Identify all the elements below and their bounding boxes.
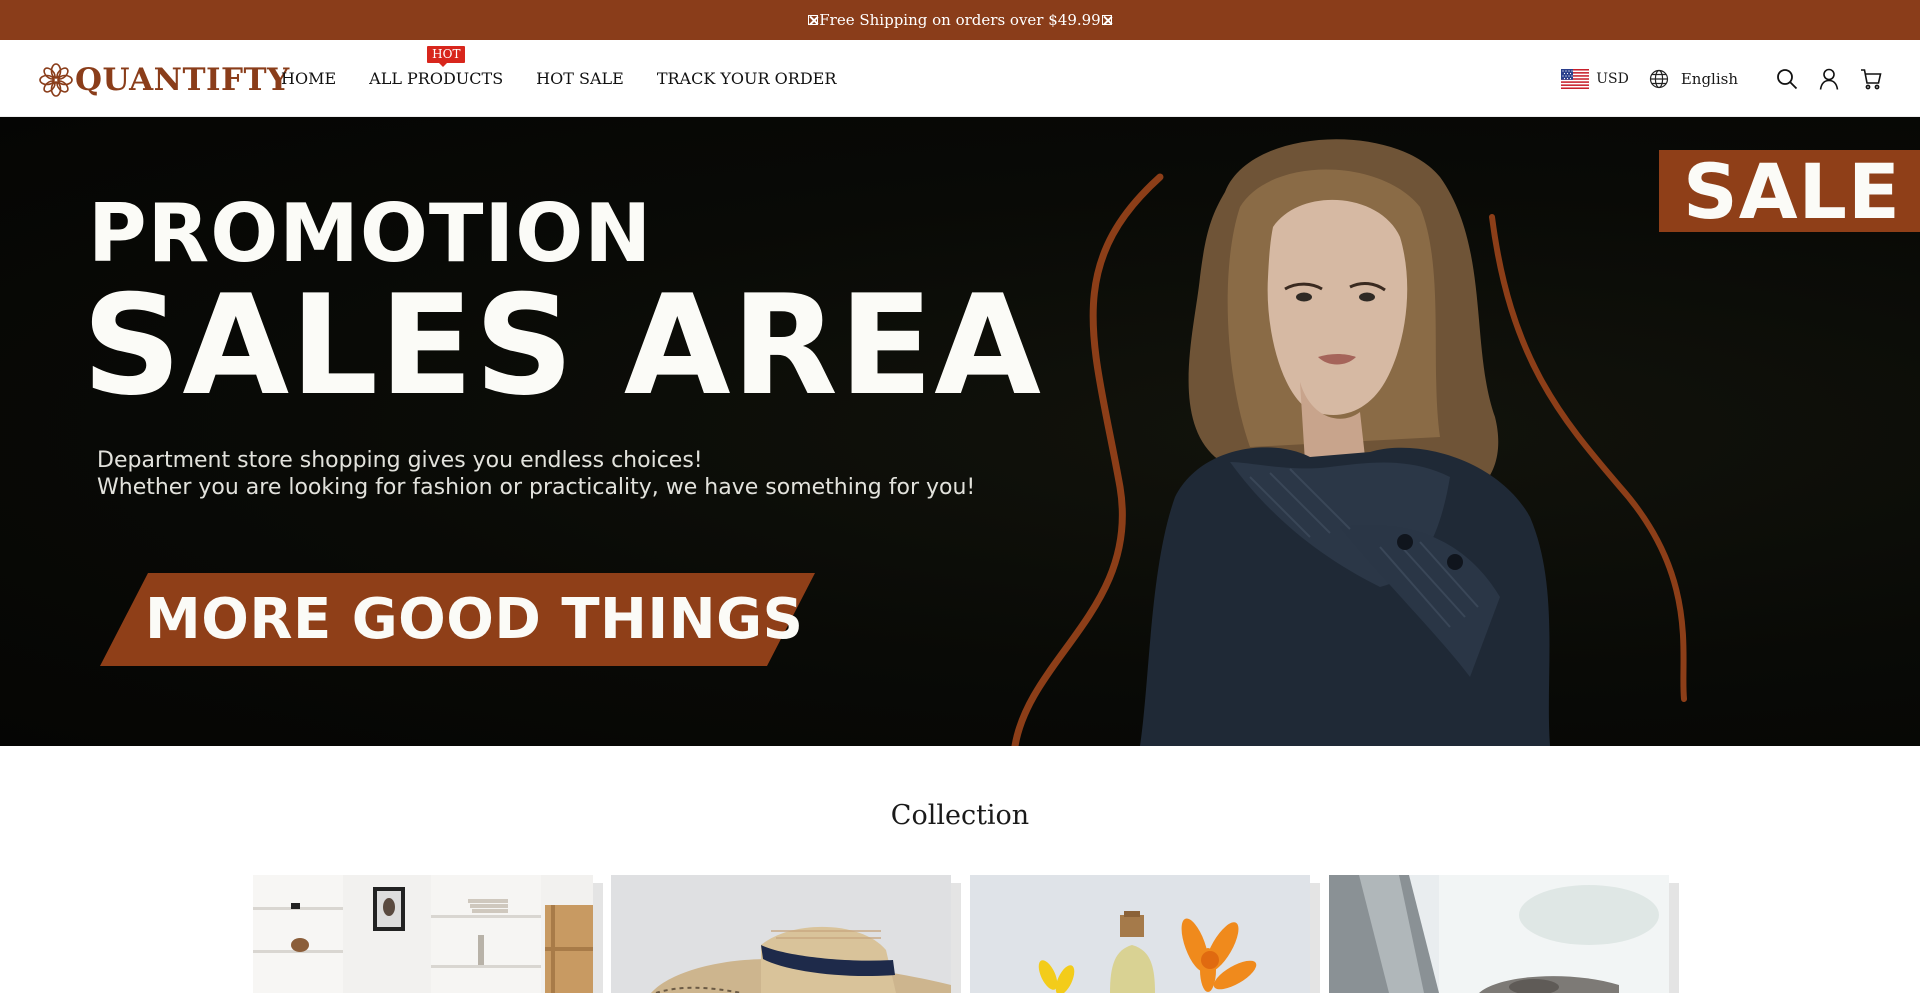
- collection-card[interactable]: [1329, 875, 1679, 993]
- nav-item-label: ALL PRODUCTS: [369, 69, 504, 88]
- cart-icon[interactable]: [1860, 68, 1882, 90]
- hero-cta-text: MORE GOOD THINGS: [145, 587, 804, 652]
- hero-banner[interactable]: PROMOTION SALES AREA Department store sh…: [0, 117, 1920, 746]
- hero-line-sales-area: SALES AREA: [82, 265, 1042, 426]
- card-shadow: [951, 883, 961, 993]
- currency-label: USD: [1596, 70, 1629, 87]
- card-shadow: [1669, 883, 1679, 993]
- main-nav: HOME ALL PRODUCTS HOT HOT SALE TRACK YOU…: [281, 40, 869, 117]
- collection-card-image: [1329, 875, 1669, 993]
- collection-card-image: [253, 875, 593, 993]
- straw-hat-image: [611, 875, 951, 993]
- perfume-bottle-image: [970, 875, 1310, 993]
- language-selector[interactable]: English: [1649, 69, 1738, 89]
- currency-selector[interactable]: USD: [1561, 68, 1629, 89]
- announcement-bar: Free Shipping on orders over $49.99: [0, 0, 1920, 40]
- brand-name: QUANTIFTY: [75, 62, 290, 98]
- site-header: QUANTIFTY HOME ALL PRODUCTS HOT HOT SALE…: [0, 40, 1920, 117]
- search-icon[interactable]: [1776, 68, 1798, 90]
- hot-badge: HOT: [427, 46, 466, 67]
- collection-card[interactable]: [611, 875, 961, 993]
- flower-logo-icon: [39, 63, 73, 97]
- us-flag-icon: [1561, 68, 1590, 89]
- car-interior-image: [1329, 875, 1669, 993]
- nav-item-track-order[interactable]: TRACK YOUR ORDER: [657, 69, 837, 88]
- shelf-interior-image: [253, 875, 593, 993]
- globe-icon: [1649, 69, 1668, 88]
- logo[interactable]: QUANTIFTY: [38, 60, 290, 100]
- nav-item-hot-sale[interactable]: HOT SALE: [536, 69, 624, 88]
- missing-glyph-icon: [808, 15, 819, 25]
- announcement-text: Free Shipping on orders over $49.99: [819, 11, 1101, 29]
- collection-card-image: [611, 875, 951, 993]
- sale-tag-text: SALE: [1683, 146, 1901, 236]
- hero-cta-banner[interactable]: MORE GOOD THINGS: [100, 573, 815, 666]
- card-shadow: [593, 883, 603, 993]
- collection-card[interactable]: [253, 875, 603, 993]
- hero-description-line-1: Department store shopping gives you endl…: [97, 448, 703, 473]
- nav-item-home[interactable]: HOME: [281, 69, 336, 88]
- hero-description: Department store shopping gives you endl…: [97, 447, 975, 501]
- collection-title: Collection: [890, 800, 1030, 831]
- card-shadow: [1310, 883, 1320, 993]
- header-tools: USD English: [1561, 40, 1882, 117]
- language-label: English: [1680, 69, 1738, 88]
- nav-item-all-products[interactable]: ALL PRODUCTS HOT: [369, 46, 504, 88]
- collection-card-image: [970, 875, 1310, 993]
- collection-card[interactable]: [970, 875, 1320, 993]
- account-icon[interactable]: [1818, 68, 1840, 90]
- missing-glyph-icon: [1101, 15, 1112, 25]
- hero-description-line-2: Whether you are looking for fashion or p…: [97, 475, 976, 500]
- sale-tag: SALE: [1659, 146, 1920, 236]
